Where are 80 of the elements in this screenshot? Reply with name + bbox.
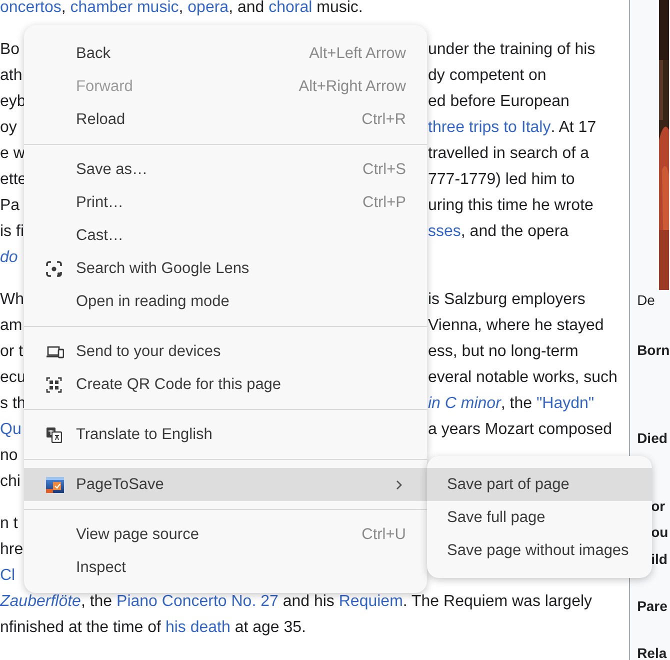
article-text: . The Requiem was largely	[402, 592, 592, 612]
article-text: is Salzburg employers	[428, 290, 586, 310]
menu-item[interactable]: Cast…	[24, 219, 427, 252]
article-text: am	[0, 316, 22, 336]
menu-item[interactable]: Translate to English	[24, 418, 427, 451]
article-link[interactable]: opera	[188, 0, 229, 21]
infobox-label: Rela	[637, 645, 667, 660]
article-text: , and the opera	[460, 222, 569, 242]
menu-item[interactable]: Reload Ctrl+R	[24, 103, 427, 136]
article-text: dy competent on	[428, 66, 546, 86]
article-link[interactable]: oncertos	[0, 0, 62, 21]
article-text: , the	[500, 394, 534, 414]
article-text: a years Mozart composed	[428, 420, 612, 440]
article-link[interactable]: Cl	[0, 563, 16, 589]
menu-item[interactable]: Inspect	[24, 551, 427, 584]
article-text: Pa	[0, 196, 20, 216]
article-text: or t	[0, 342, 24, 362]
article-text: . At 17	[550, 118, 596, 138]
article-text: ,	[178, 0, 184, 18]
translate-icon	[46, 426, 62, 442]
article-text: , and	[228, 0, 266, 18]
article-text: Bo	[0, 40, 20, 60]
article-text: 777-1779) led him to	[428, 170, 575, 190]
infobox-label: or	[650, 498, 666, 514]
article-text: at age 35.	[234, 618, 306, 638]
article-text: ess, but no long-term	[428, 342, 578, 362]
article-text: oy	[0, 118, 17, 138]
devices-icon	[46, 344, 64, 358]
article-text: Vienna, where he stayed	[428, 316, 604, 336]
menu-item[interactable]: Save as… Ctrl+S	[24, 153, 427, 186]
article-link[interactable]: Qu	[0, 417, 22, 443]
infobox-label: ou	[650, 524, 668, 540]
menu-item[interactable]: Create QR Code for this page	[24, 368, 427, 401]
article-text: no	[0, 446, 18, 466]
menu-item[interactable]: Search with Google Lens	[24, 252, 427, 285]
article-link[interactable]: "Haydn"	[536, 391, 594, 417]
article-text: travelled in search of a	[428, 144, 589, 164]
article-text: , the	[80, 592, 114, 612]
submenu-item[interactable]: Save page without images	[427, 534, 652, 566]
article-link[interactable]: in C minor	[428, 391, 501, 417]
article-link[interactable]: do	[0, 245, 18, 271]
infobox-label: Born	[637, 342, 670, 358]
menu-item[interactable]: Open in reading mode	[24, 285, 427, 318]
extension-icon	[46, 476, 64, 492]
article-text: everal notable works, such	[428, 368, 618, 388]
article-text: hre	[0, 540, 24, 560]
infobox-label: ild	[650, 551, 668, 567]
article-link[interactable]: Requiem	[338, 589, 403, 615]
article-text: and his	[282, 592, 336, 612]
article-link[interactable]: his death	[165, 615, 230, 641]
article-link[interactable]: choral	[268, 0, 312, 21]
article-text: ed before European	[428, 92, 570, 112]
article-link[interactable]: Zauberflöte	[0, 589, 81, 615]
article-text: under the training of his	[428, 40, 596, 60]
submenu-item[interactable]: Save part of page	[427, 468, 652, 500]
menu-item[interactable]: Print… Ctrl+P	[24, 186, 427, 219]
article-link[interactable]: Piano Concerto No. 27	[116, 589, 278, 615]
image-caption: De	[637, 291, 655, 309]
article-text: chi	[0, 472, 20, 492]
menu-item[interactable]: View page source Ctrl+U	[24, 518, 427, 551]
lens-icon	[46, 260, 62, 276]
submenu-item[interactable]: Save full page	[427, 500, 652, 534]
article-text: n t	[0, 514, 18, 534]
article-text: Wh	[0, 290, 24, 310]
qr-code-icon	[46, 376, 62, 392]
article-link[interactable]: three trips to Italy	[428, 115, 551, 141]
article-text: e w	[0, 144, 25, 164]
infobox-label: Pare	[637, 598, 668, 614]
article-text: uring this time he wrote	[428, 196, 594, 216]
article-link[interactable]: chamber music	[70, 0, 179, 21]
article-text: is fi	[0, 222, 24, 242]
menu-item[interactable]: Back Alt+Left Arrow	[24, 37, 427, 70]
menu-item[interactable]: Send to your devices	[24, 335, 427, 368]
infobox-label: Died	[637, 430, 668, 446]
article-text: nfinished at the time of	[0, 618, 162, 638]
menu-item[interactable]: PageToSave	[24, 468, 427, 501]
article-link[interactable]: sses	[428, 219, 461, 245]
article-text: music.	[316, 0, 363, 18]
article-text: ath	[0, 66, 22, 86]
article-text: ,	[61, 0, 67, 18]
